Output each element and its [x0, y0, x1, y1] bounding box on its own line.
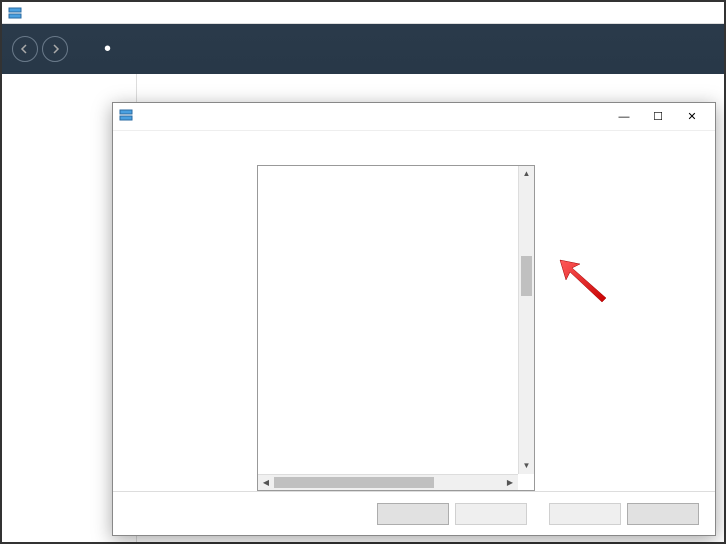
scroll-right-icon[interactable]: ▶ — [502, 475, 518, 490]
header-banner: • — [2, 24, 724, 74]
wizard-titlebar[interactable]: — ☐ ✕ — [113, 103, 715, 131]
scroll-down-icon[interactable]: ▼ — [519, 458, 534, 474]
remove-features-wizard: — ☐ ✕ ▲ ▼ — [112, 102, 716, 536]
remove-button[interactable] — [549, 503, 621, 525]
wizard-icon — [119, 108, 133, 125]
scroll-thumb[interactable] — [521, 256, 532, 296]
maximize-button[interactable]: ☐ — [641, 106, 675, 128]
nav-forward-button[interactable] — [42, 36, 68, 62]
previous-button[interactable] — [377, 503, 449, 525]
breadcrumb-separator: • — [104, 38, 111, 60]
nav-back-button[interactable] — [12, 36, 38, 62]
breadcrumb: • — [98, 38, 117, 61]
horizontal-scrollbar[interactable]: ◀ ▶ — [258, 474, 518, 490]
vertical-scrollbar[interactable]: ▲ ▼ — [518, 166, 534, 474]
cancel-button[interactable] — [627, 503, 699, 525]
close-button[interactable]: ✕ — [675, 106, 709, 128]
features-tree[interactable]: ▲ ▼ ◀ ▶ — [257, 165, 535, 491]
wizard-footer — [113, 491, 715, 535]
scroll-up-icon[interactable]: ▲ — [519, 166, 534, 182]
next-button[interactable] — [455, 503, 527, 525]
wizard-steps — [133, 151, 243, 491]
minimize-button[interactable]: — — [607, 106, 641, 128]
server-manager-icon — [8, 6, 22, 20]
hscroll-thumb[interactable] — [274, 477, 434, 488]
window-titlebar — [2, 2, 724, 24]
scroll-left-icon[interactable]: ◀ — [258, 475, 274, 490]
